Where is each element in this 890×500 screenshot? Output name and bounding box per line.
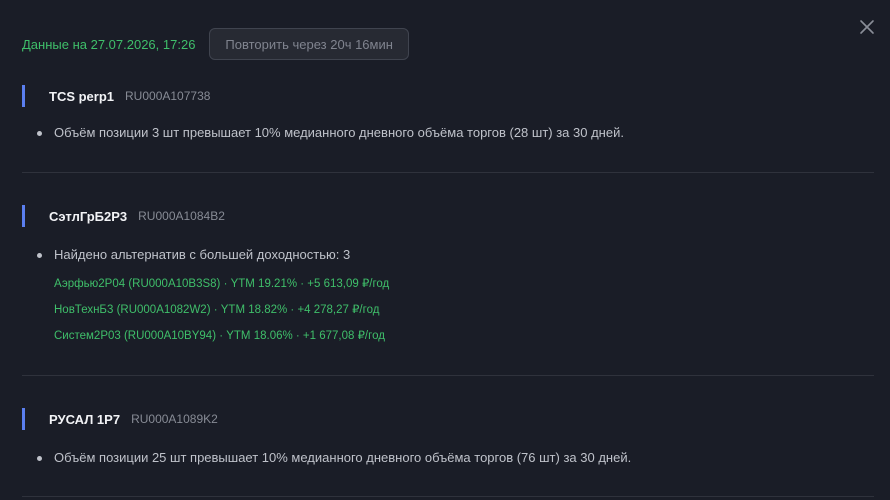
close-icon bbox=[860, 20, 874, 34]
bond-header: РУСАЛ 1Р7 RU000A1089K2 bbox=[22, 408, 874, 430]
bond-name: РУСАЛ 1Р7 bbox=[49, 411, 121, 427]
bond-isin: RU000A107738 bbox=[125, 89, 211, 103]
bond-header: TCS perp1 RU000A107738 bbox=[22, 85, 874, 107]
section-divider bbox=[22, 375, 874, 376]
alternatives-summary: Найдено альтернатив с большей доходность… bbox=[22, 247, 874, 262]
bond-isin: RU000A1089K2 bbox=[131, 412, 218, 426]
bond-name: TCS perp1 bbox=[49, 88, 115, 104]
bond-section: TCS perp1 RU000A107738 Объём позиции 3 ш… bbox=[22, 85, 874, 140]
warning-item: Объём позиции 25 шт превышает 10% медиан… bbox=[22, 450, 874, 465]
alternative-item: Систем2Р03 (RU000A10BY94) · YTM 18.06% ·… bbox=[54, 330, 385, 342]
close-button[interactable] bbox=[856, 16, 878, 38]
alternative-item: НовТехнБ3 (RU000A1082W2) · YTM 18.82% · … bbox=[54, 304, 380, 316]
section-divider bbox=[22, 172, 874, 173]
data-timestamp: Данные на 27.07.2026, 17:26 bbox=[22, 36, 196, 52]
bond-name: СэтлГрБ2Р3 bbox=[49, 208, 128, 224]
bond-section: РУСАЛ 1Р7 RU000A1089K2 Объём позиции 25 … bbox=[22, 408, 874, 465]
bond-isin: RU000A1084B2 bbox=[138, 209, 225, 223]
bond-section: СэтлГрБ2Р3 RU000A1084B2 Найдено альтерна… bbox=[22, 205, 874, 349]
bond-header: СэтлГрБ2Р3 RU000A1084B2 bbox=[22, 205, 874, 227]
warning-item: Объём позиции 3 шт превышает 10% медианн… bbox=[22, 125, 874, 140]
retry-button[interactable]: Повторить через 20ч 16мин bbox=[209, 28, 409, 60]
alternative-item: Аэрфью2Р04 (RU000A10B3S8) · YTM 19.21% ·… bbox=[54, 278, 390, 290]
section-divider bbox=[22, 496, 874, 497]
alternatives-list: Аэрфью2Р04 (RU000A10B3S8) · YTM 19.21% ·… bbox=[22, 271, 874, 349]
header-bar: Данные на 27.07.2026, 17:26 Повторить че… bbox=[22, 28, 409, 60]
